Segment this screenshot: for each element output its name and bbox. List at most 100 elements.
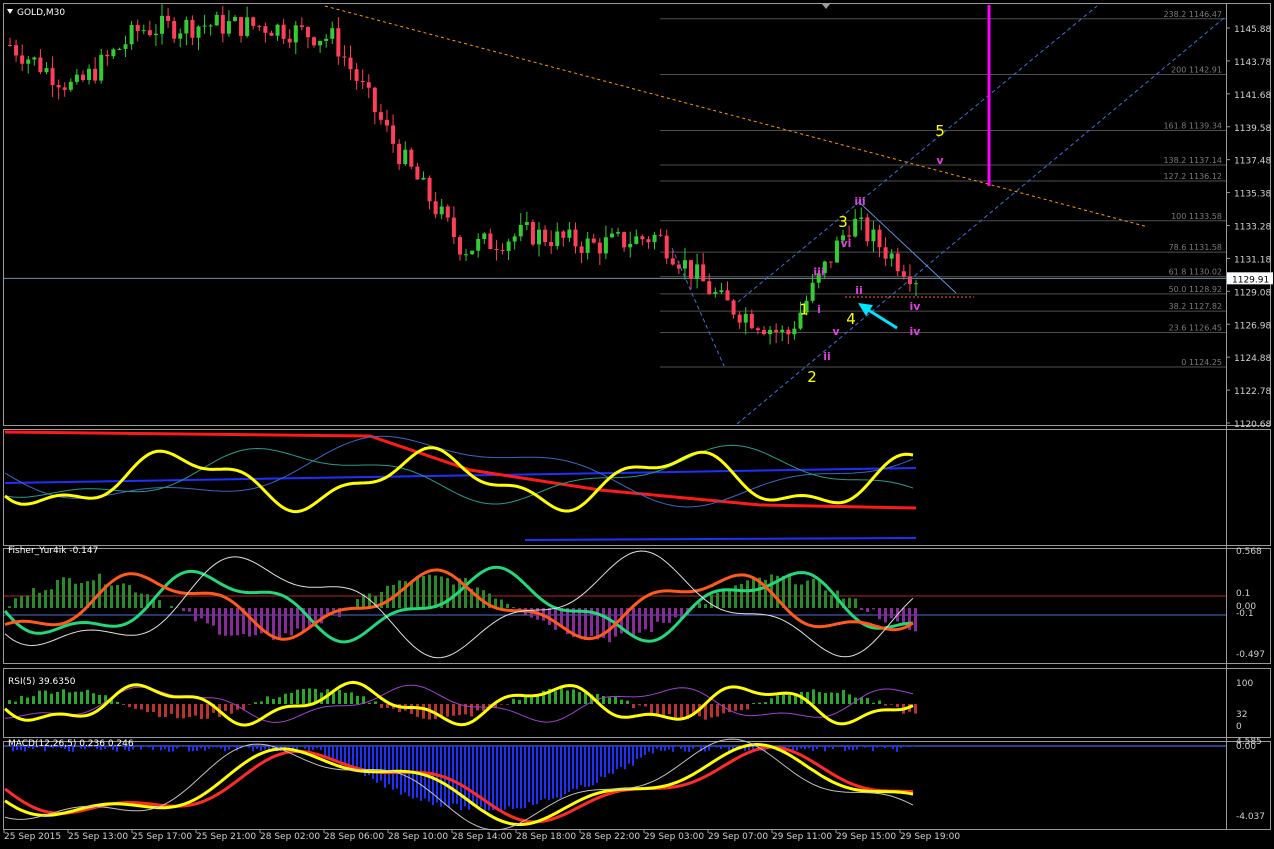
rsi-histogram-bar <box>266 696 269 704</box>
symbol-menu-icon[interactable] <box>7 9 13 14</box>
rsi-histogram-bar <box>170 704 173 714</box>
macd-histogram-bar <box>888 746 890 747</box>
rsi-histogram-bar <box>206 704 209 719</box>
macd-histogram-bar <box>596 746 598 783</box>
pane-frame <box>4 669 1271 738</box>
candle-body <box>902 271 906 276</box>
fisher-histogram-bar <box>290 608 293 635</box>
macd-histogram-bar <box>388 746 390 784</box>
fisher-histogram-bar <box>182 608 185 611</box>
fisher-histogram-bar <box>188 608 191 612</box>
macd-histogram-bar <box>676 746 678 747</box>
macd-histogram-bar <box>636 746 638 759</box>
candle-body <box>403 150 407 164</box>
price-tick-label: 1124.88 <box>1234 354 1271 364</box>
macd-histogram-bar <box>460 746 462 810</box>
macd-histogram-bar <box>812 746 814 751</box>
candle-body <box>251 17 255 26</box>
macd-histogram-bar <box>816 746 818 749</box>
rsi-histogram-bar <box>668 704 671 714</box>
fib-level-label: 38.2 1127.82 <box>1169 302 1222 311</box>
macd-histogram-bar <box>148 746 150 748</box>
rsi-histogram-bar <box>284 694 287 704</box>
candle-body <box>762 330 766 334</box>
candle-body <box>190 20 194 38</box>
macd-histogram-bar <box>868 746 870 747</box>
pane-frame <box>4 430 1271 546</box>
fisher-histogram-bar <box>56 580 59 608</box>
macd-histogram-bar <box>824 746 826 751</box>
wave-label-major: 2 <box>807 368 817 386</box>
macd-histogram-bar <box>640 746 642 758</box>
macd-histogram-bar <box>540 746 542 800</box>
fisher-histogram-bar <box>200 608 203 618</box>
candle-body <box>318 41 322 45</box>
time-tick-label: 29 Sep 07:00 <box>708 832 768 842</box>
macd-histogram-bar <box>492 746 494 810</box>
candle-body <box>8 45 12 46</box>
chart-canvas[interactable]: 1145.881143.781141.681139.581137.481135.… <box>0 0 1274 845</box>
fib-level-label: 200 1142.91 <box>1171 66 1222 75</box>
rsi-histogram-bar <box>512 699 515 704</box>
macd-histogram-bar <box>544 746 546 799</box>
fisher-histogram-bar <box>158 600 161 608</box>
candle-body <box>130 25 134 44</box>
rsi-histogram-bar <box>452 704 455 716</box>
rsi-histogram-bar <box>836 693 839 704</box>
fisher-histogram-bar <box>230 608 233 636</box>
candle-body <box>525 222 529 225</box>
rsi-histogram-bar <box>812 689 815 704</box>
macd-histogram-bar <box>660 746 662 751</box>
macd-histogram-bar <box>452 746 454 803</box>
candle-body <box>306 27 310 37</box>
fib-level-label: 127.2 1136.12 <box>1163 172 1222 181</box>
fib-level-label: 50.0 1128.92 <box>1169 285 1222 294</box>
candle-body <box>409 150 413 167</box>
fisher-histogram-bar <box>710 595 713 608</box>
candle-body <box>719 290 723 292</box>
candle-body <box>555 231 559 246</box>
macd-histogram-bar <box>896 746 898 752</box>
rsi-histogram-bar <box>140 704 143 710</box>
macd-histogram-bar <box>684 746 686 751</box>
macd-histogram-bar <box>592 746 594 785</box>
rsi-histogram-bar <box>74 692 77 704</box>
macd-histogram-bar <box>508 746 510 806</box>
price-tick-label: 1143.78 <box>1234 58 1271 68</box>
rsi-histogram-bar <box>896 704 899 707</box>
macd-histogram-bar <box>204 746 206 751</box>
scroll-marker[interactable] <box>822 4 830 9</box>
fisher-histogram-bar <box>218 608 221 635</box>
candle-body <box>245 17 249 36</box>
time-tick-label: 28 Sep 18:00 <box>516 832 576 842</box>
rsi-histogram-bar <box>80 692 83 704</box>
candle-body <box>890 253 894 258</box>
candle-body <box>342 57 346 58</box>
macd-histogram-bar <box>524 746 526 808</box>
fisher-histogram-bar <box>212 608 215 626</box>
fisher-histogram-bar <box>224 608 227 636</box>
candle-body <box>166 16 170 21</box>
macd-histogram-bar <box>260 746 262 751</box>
candle-body <box>184 20 188 34</box>
rsi-histogram-bar <box>158 704 161 717</box>
rsi-histogram-bar <box>872 703 875 704</box>
rsi-histogram-bar <box>878 700 881 704</box>
macd-histogram-bar <box>624 746 626 769</box>
rsi-histogram-bar <box>506 704 509 705</box>
pane-tick-label: -4.037 <box>1236 812 1265 822</box>
rsi-histogram-bar <box>14 702 17 704</box>
macd-histogram-bar <box>316 746 318 748</box>
candle-body <box>434 201 438 214</box>
fisher-histogram-bar <box>878 608 881 619</box>
candle-body <box>355 69 359 81</box>
macd-histogram-bar <box>848 746 850 750</box>
rsi-histogram-bar <box>734 704 737 711</box>
candle-body <box>896 253 900 271</box>
chart-window[interactable]: 1145.881143.781141.681139.581137.481135.… <box>0 0 1274 845</box>
candle-body <box>373 88 377 112</box>
candle-body <box>549 242 553 246</box>
candle-body <box>567 230 571 238</box>
candle-body <box>14 45 18 55</box>
wave-label-minor: ii <box>823 350 831 363</box>
